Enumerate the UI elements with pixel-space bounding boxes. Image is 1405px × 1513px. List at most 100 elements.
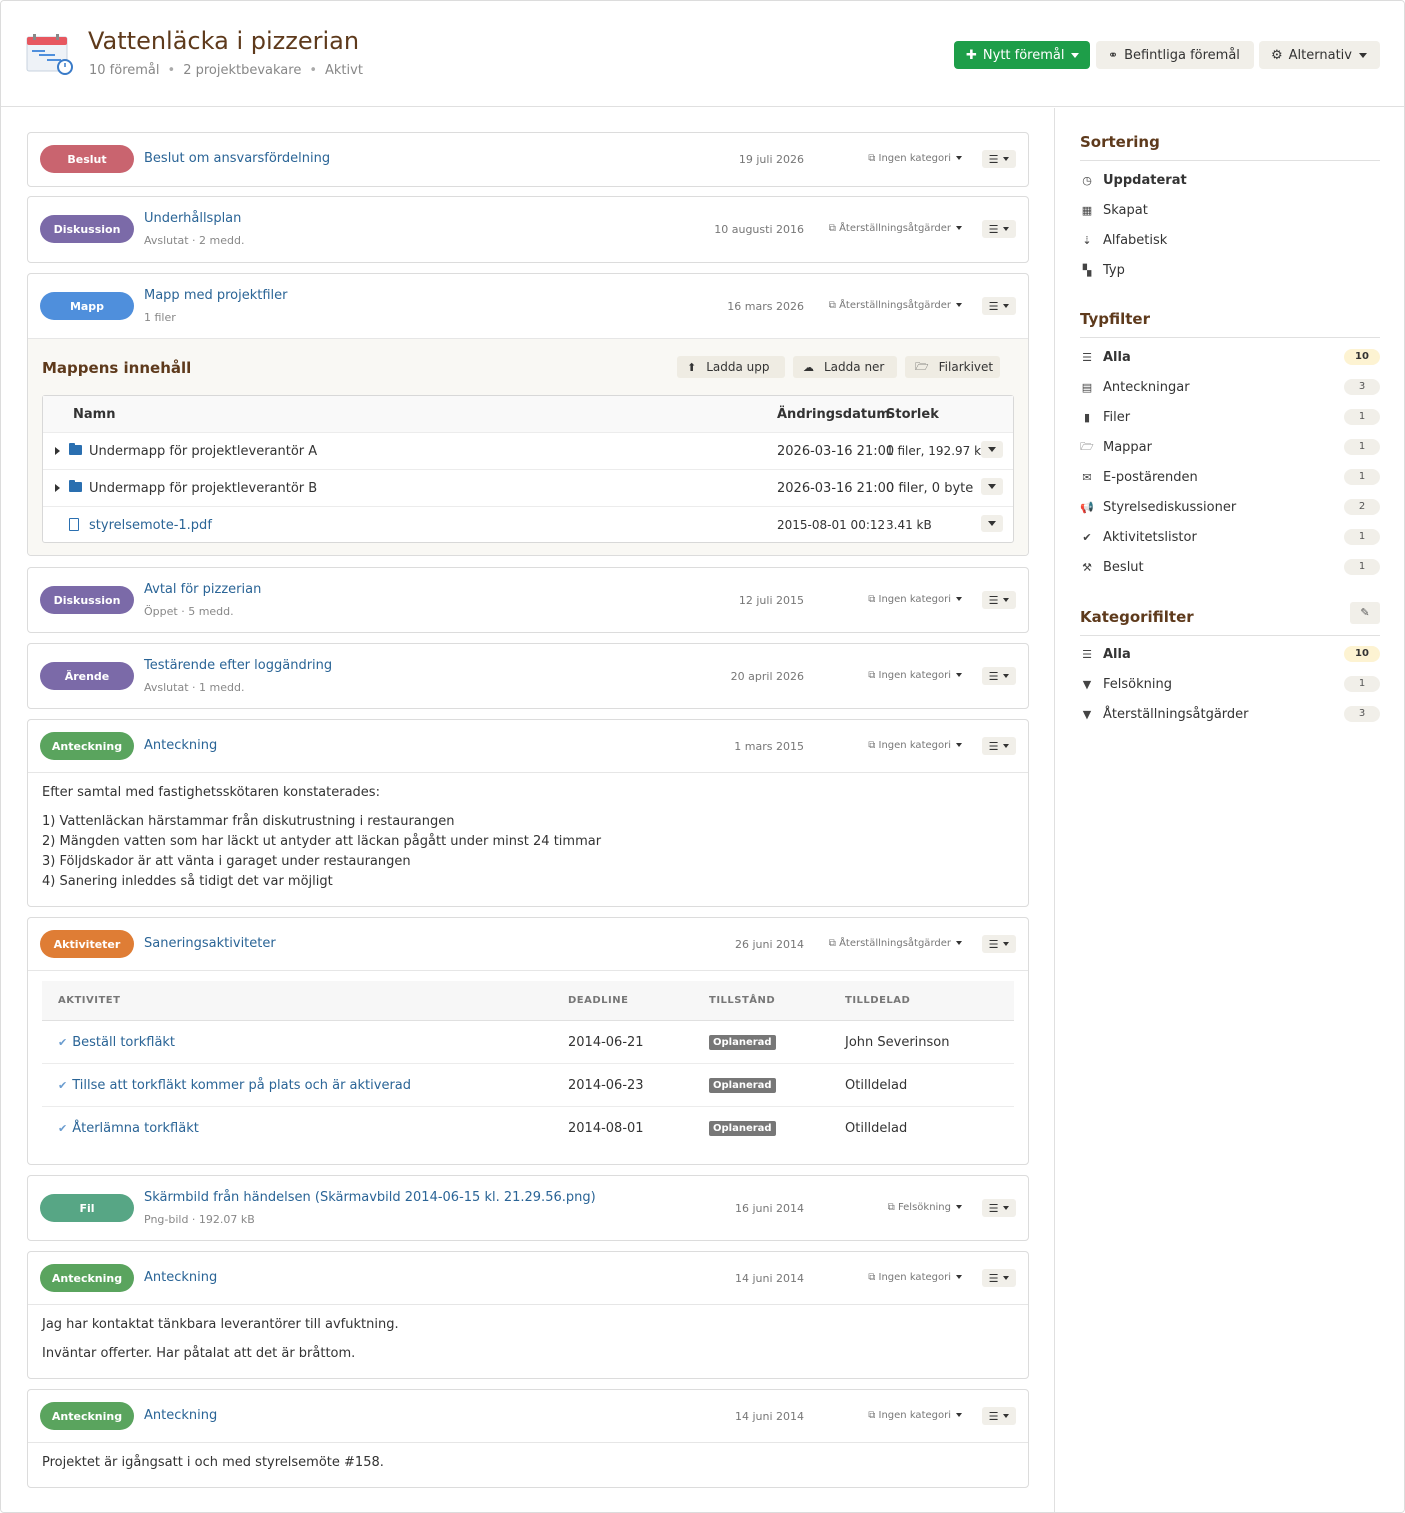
file-name[interactable]: Undermapp för projektleverantör B xyxy=(89,481,317,496)
categoryfilter-restoration[interactable]: ▼ Återställningsåtgärder 3 xyxy=(1080,703,1380,725)
row-actions-button[interactable] xyxy=(981,515,1003,532)
row-actions-button[interactable] xyxy=(981,441,1003,458)
file-row[interactable]: styrelsemote-1.pdf 2015-08-01 00:12 3.41… xyxy=(43,507,1013,544)
item-menu-button[interactable]: ☰ xyxy=(982,297,1016,315)
bars-icon: ☰ xyxy=(988,1201,999,1215)
upload-icon: ⬆ xyxy=(687,360,697,374)
category-dropdown[interactable]: ⧉ Ingen kategori xyxy=(868,670,962,681)
category-dropdown[interactable]: ⧉ Ingen kategori xyxy=(868,594,962,605)
item-menu-button[interactable]: ☰ xyxy=(982,667,1016,685)
separator: • xyxy=(309,63,317,78)
type-badge: Ärende xyxy=(40,662,134,690)
item-title-link[interactable]: Anteckning xyxy=(144,1270,217,1285)
separator: • xyxy=(167,63,176,78)
category-dropdown[interactable]: ⧉ Återställningsåtgärder xyxy=(829,938,962,949)
item-menu-button[interactable]: ☰ xyxy=(982,1407,1016,1425)
file-date: 2015-08-01 00:12 xyxy=(777,518,886,532)
bars-icon: ☰ xyxy=(988,299,999,313)
category-dropdown[interactable]: ⧉ Ingen kategori xyxy=(868,1410,962,1421)
col-date[interactable]: Ändringsdatum xyxy=(777,407,890,422)
edit-categories-button[interactable]: ✎ xyxy=(1350,602,1380,624)
options-button[interactable]: ⚙ Alternativ xyxy=(1259,41,1380,69)
category-dropdown[interactable]: ⧉ Återställningsåtgärder xyxy=(829,223,962,234)
typefilter-activity-lists[interactable]: ✔ Aktivitetslistor 1 xyxy=(1080,526,1380,548)
type-badge: Anteckning xyxy=(40,1402,134,1430)
typefilter-files[interactable]: ▮ Filer 1 xyxy=(1080,406,1380,428)
item-title-link[interactable]: Anteckning xyxy=(144,738,217,753)
status-badge: Oplanerad xyxy=(709,1035,776,1050)
page-title: Vattenläcka i pizzerian xyxy=(88,27,360,55)
col-size[interactable]: Storlek xyxy=(886,407,939,422)
item-menu-button[interactable]: ☰ xyxy=(982,935,1016,953)
item-title-link[interactable]: Anteckning xyxy=(144,1408,217,1423)
caret-down-icon xyxy=(956,1205,962,1209)
filter-count: 1 xyxy=(1344,469,1380,485)
note-body: Efter samtal med fastighetsskötaren kons… xyxy=(28,772,1028,906)
item-menu-button[interactable]: ☰ xyxy=(982,591,1016,609)
item-menu-button[interactable]: ☰ xyxy=(982,220,1016,238)
typefilter-discussions[interactable]: 📢 Styrelsediskussioner 2 xyxy=(1080,496,1380,518)
existing-items-button[interactable]: ⚭ Befintliga föremål xyxy=(1096,41,1254,69)
filter-label: Mappar xyxy=(1103,439,1152,455)
file-name-link[interactable]: styrelsemote-1.pdf xyxy=(89,518,212,533)
filter-count: 3 xyxy=(1344,379,1380,395)
download-button[interactable]: ☁ Ladda ner xyxy=(793,356,897,378)
new-item-button[interactable]: ✚ Nytt föremål xyxy=(954,41,1090,69)
file-icon: ▮ xyxy=(1083,410,1091,424)
sort-label: Skapat xyxy=(1103,202,1148,218)
category-dropdown[interactable]: ⧉ Återställningsåtgärder xyxy=(829,300,962,311)
sort-created[interactable]: ▦ Skapat xyxy=(1080,199,1380,221)
item-menu-button[interactable]: ☰ xyxy=(982,1269,1016,1287)
sort-updated[interactable]: ◷ Uppdaterat xyxy=(1080,169,1380,191)
item-menu-button[interactable]: ☰ xyxy=(982,150,1016,168)
cloud-download-icon: ☁ xyxy=(803,360,814,374)
download-label: Ladda ner xyxy=(824,360,885,374)
typefilter-emails[interactable]: ✉ E-postärenden 1 xyxy=(1080,466,1380,488)
sort-type[interactable]: ▚ Typ xyxy=(1080,259,1380,281)
category-dropdown[interactable]: ⧉ Ingen kategori xyxy=(868,1272,962,1283)
activity-link[interactable]: Återlämna torkfläkt xyxy=(72,1121,199,1136)
filter-count: 2 xyxy=(1344,499,1380,515)
caret-down-icon xyxy=(956,156,962,160)
item-header: Anteckning Anteckning 14 juni 2014 ⧉ Ing… xyxy=(28,1252,1028,1304)
copy-icon: ⧉ xyxy=(887,1202,898,1213)
item-menu-button[interactable]: ☰ xyxy=(982,737,1016,755)
typefilter-folders[interactable]: 🗁 Mappar 1 xyxy=(1080,436,1380,458)
note-line: Jag har kontaktat tänkbara leverantörer … xyxy=(42,1317,399,1332)
caret-down-icon xyxy=(1358,52,1367,58)
col-name[interactable]: Namn xyxy=(73,407,115,422)
file-row[interactable]: Undermapp för projektleverantör B 2026-0… xyxy=(43,470,1013,507)
categoryfilter-troubleshooting[interactable]: ▼ Felsökning 1 xyxy=(1080,673,1380,695)
file-archive-button[interactable]: 🗁 Filarkivet xyxy=(905,356,1000,378)
category-dropdown[interactable]: ⧉ Ingen kategori xyxy=(868,153,962,164)
new-item-label: Nytt föremål xyxy=(982,47,1065,63)
filter-count: 1 xyxy=(1344,676,1380,692)
categoryfilter-all[interactable]: ☰ Alla 10 xyxy=(1080,643,1380,665)
typefilter-all[interactable]: ☰ Alla 10 xyxy=(1080,346,1380,368)
file-row[interactable]: Undermapp för projektleverantör A 2026-0… xyxy=(43,433,1013,470)
typefilter-decisions[interactable]: ⚒ Beslut 1 xyxy=(1080,556,1380,578)
archive-label: Filarkivet xyxy=(938,360,994,374)
row-actions-button[interactable] xyxy=(981,478,1003,495)
expand-icon[interactable] xyxy=(55,484,60,492)
expand-icon[interactable] xyxy=(55,447,60,455)
item-title-link[interactable]: Mapp med projektfiler xyxy=(144,288,288,303)
caret-down-icon xyxy=(956,303,962,307)
activity-link[interactable]: Tillse att torkfläkt kommer på plats och… xyxy=(72,1078,411,1093)
upload-button[interactable]: ⬆ Ladda upp xyxy=(677,356,785,378)
item-menu-button[interactable]: ☰ xyxy=(982,1199,1016,1217)
sort-alphabetic[interactable]: ⇣ Alfabetisk xyxy=(1080,229,1380,251)
item-title-link[interactable]: Avtal för pizzerian xyxy=(144,582,261,597)
caret-down-icon xyxy=(956,941,962,945)
category-dropdown[interactable]: ⧉ Ingen kategori xyxy=(868,740,962,751)
filter-count: 1 xyxy=(1344,529,1380,545)
item-title-link[interactable]: Underhållsplan xyxy=(144,211,241,226)
item-title-link[interactable]: Beslut om ansvarsfördelning xyxy=(144,151,330,166)
category-dropdown[interactable]: ⧉ Felsökning xyxy=(888,1202,962,1213)
file-name[interactable]: Undermapp för projektleverantör A xyxy=(89,444,317,459)
item-title-link[interactable]: Testärende efter loggändring xyxy=(144,658,332,673)
item-title-link[interactable]: Saneringsaktiviteter xyxy=(144,936,276,951)
typefilter-notes[interactable]: ▤ Anteckningar 3 xyxy=(1080,376,1380,398)
item-title-link[interactable]: Skärmbild från händelsen (Skärmavbild 20… xyxy=(144,1190,596,1205)
activity-link[interactable]: Beställ torkfläkt xyxy=(72,1035,175,1050)
